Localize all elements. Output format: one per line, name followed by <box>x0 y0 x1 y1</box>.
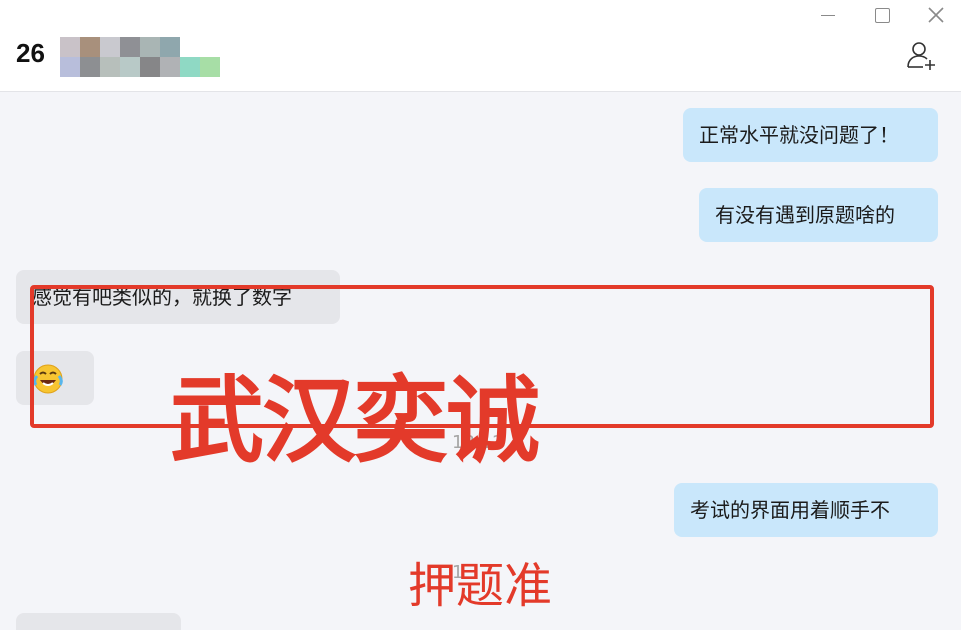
message-bubble-incoming-partial[interactable] <box>16 613 181 630</box>
title-bar: 26 <box>0 0 961 92</box>
add-person-icon[interactable] <box>905 40 939 72</box>
message-bubble-outgoing[interactable]: 有没有遇到原题啥的 <box>699 188 938 242</box>
message-timestamp: 13:12 <box>452 432 504 453</box>
message-bubble-incoming[interactable]: 感觉有吧类似的，就换了数字 <box>16 270 340 324</box>
message-bubble-outgoing[interactable]: 考试的界面用着顺手不 <box>674 483 938 537</box>
maximize-icon[interactable] <box>871 4 893 26</box>
chat-title: 26 <box>16 38 45 68</box>
redacted-name-mosaic <box>60 37 220 77</box>
laughing-crying-emoji-icon <box>33 364 63 394</box>
message-list[interactable]: 正常水平就没问题了！ 有没有遇到原题啥的 感觉有吧类似的，就换了数字 13:12… <box>0 92 961 630</box>
message-bubble-incoming-emoji[interactable] <box>16 351 94 405</box>
minimize-icon[interactable] <box>817 4 839 26</box>
close-icon[interactable] <box>925 4 947 26</box>
message-bubble-outgoing[interactable]: 正常水平就没问题了！ <box>683 108 938 162</box>
message-timestamp-partial: 1 <box>452 562 464 583</box>
